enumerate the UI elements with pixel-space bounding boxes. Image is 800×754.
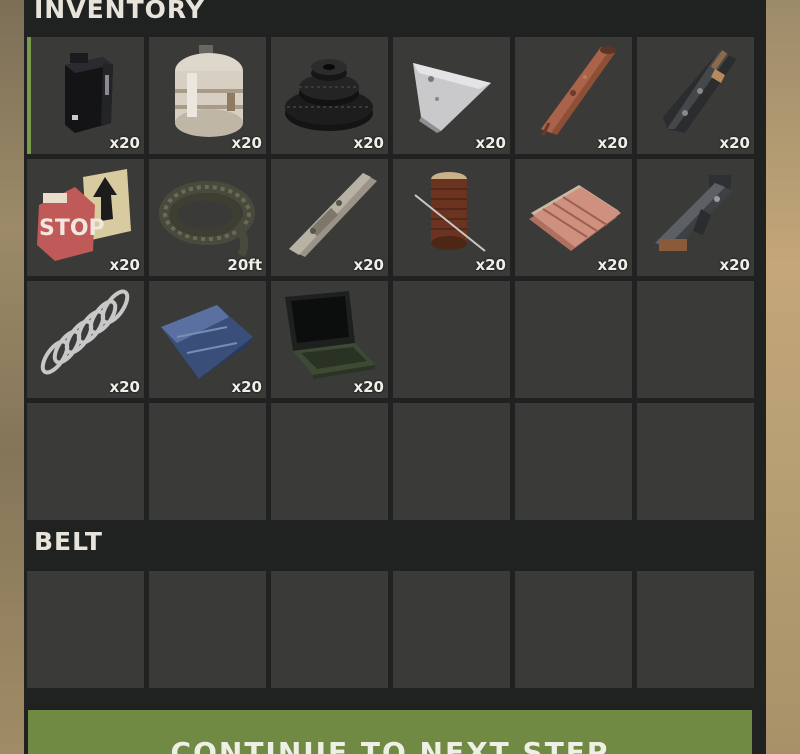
item-quantity: x20 (231, 378, 262, 396)
sheet-metal-icon (529, 185, 621, 251)
inventory-slot-empty[interactable] (271, 403, 388, 520)
inventory-slot-empty[interactable] (515, 403, 632, 520)
smg-body-icon (663, 50, 737, 133)
gears-icon (285, 59, 373, 131)
propane-tank-icon (175, 45, 243, 137)
item-quantity: x20 (597, 256, 628, 274)
inventory-grid: x20 x20 x20 x20 x20 x20 STOP x20 20ft x2… (27, 37, 754, 520)
item-quantity: x20 (475, 134, 506, 152)
metal-blade-icon (413, 63, 491, 133)
item-quantity: x20 (109, 134, 140, 152)
item-quantity: x20 (109, 378, 140, 396)
belt-slot[interactable] (637, 571, 754, 688)
belt-title: BELT (34, 527, 103, 556)
belt-grid (27, 571, 754, 688)
semi-auto-body-icon (655, 175, 733, 251)
svg-text:STOP: STOP (39, 216, 105, 241)
belt-slot[interactable] (515, 571, 632, 688)
background-right (766, 0, 800, 754)
inventory-slot[interactable]: STOP x20 (27, 159, 144, 276)
inventory-panel: INVENTORY x20 x20 x20 x20 x20 x20 STOP x… (24, 0, 766, 754)
inventory-slot-empty[interactable] (637, 403, 754, 520)
item-quantity: x20 (719, 256, 750, 274)
belt-slot[interactable] (27, 571, 144, 688)
road-signs-icon: STOP (37, 169, 131, 261)
tarp-icon (161, 305, 253, 379)
rope-icon (159, 181, 255, 257)
continue-button[interactable]: CONTINUE TO NEXT STEP (28, 710, 752, 754)
inventory-slot[interactable]: 20ft (149, 159, 266, 276)
inventory-title: INVENTORY (34, 0, 205, 24)
item-quantity: x20 (475, 256, 506, 274)
item-quantity: x20 (353, 256, 384, 274)
item-quantity: x20 (597, 134, 628, 152)
sewing-kit-icon (414, 172, 486, 252)
inventory-slot[interactable]: x20 (149, 281, 266, 398)
inventory-slot[interactable]: x20 (271, 159, 388, 276)
metal-pipe-icon (541, 46, 616, 136)
inventory-slot[interactable]: x20 (27, 37, 144, 154)
inventory-slot-empty[interactable] (637, 281, 754, 398)
belt-slot[interactable] (271, 571, 388, 688)
inventory-slot[interactable]: x20 (393, 159, 510, 276)
inventory-slot[interactable]: x20 (271, 281, 388, 398)
laptop-icon (285, 291, 375, 379)
metal-spring-icon (40, 289, 130, 375)
inventory-slot[interactable]: x20 (515, 37, 632, 154)
inventory-slot[interactable]: x20 (271, 37, 388, 154)
inventory-slot-empty[interactable] (149, 403, 266, 520)
inventory-slot[interactable]: x20 (637, 37, 754, 154)
item-quantity: x20 (719, 134, 750, 152)
inventory-slot-empty[interactable] (515, 281, 632, 398)
inventory-slot[interactable]: x20 (515, 159, 632, 276)
rifle-body-icon (289, 173, 377, 257)
inventory-slot[interactable]: x20 (27, 281, 144, 398)
item-quantity: x20 (109, 256, 140, 274)
inventory-slot[interactable]: x20 (393, 37, 510, 154)
inventory-slot-empty[interactable] (27, 403, 144, 520)
inventory-slot[interactable]: x20 (149, 37, 266, 154)
inventory-slot-empty[interactable] (393, 281, 510, 398)
item-quantity: x20 (231, 134, 262, 152)
inventory-slot[interactable]: x20 (637, 159, 754, 276)
item-quantity: x20 (353, 134, 384, 152)
battery-icon (65, 53, 113, 133)
item-quantity: 20ft (227, 256, 262, 274)
belt-slot[interactable] (149, 571, 266, 688)
background-left (0, 0, 24, 754)
inventory-slot-empty[interactable] (393, 403, 510, 520)
item-quantity: x20 (353, 378, 384, 396)
belt-slot[interactable] (393, 571, 510, 688)
